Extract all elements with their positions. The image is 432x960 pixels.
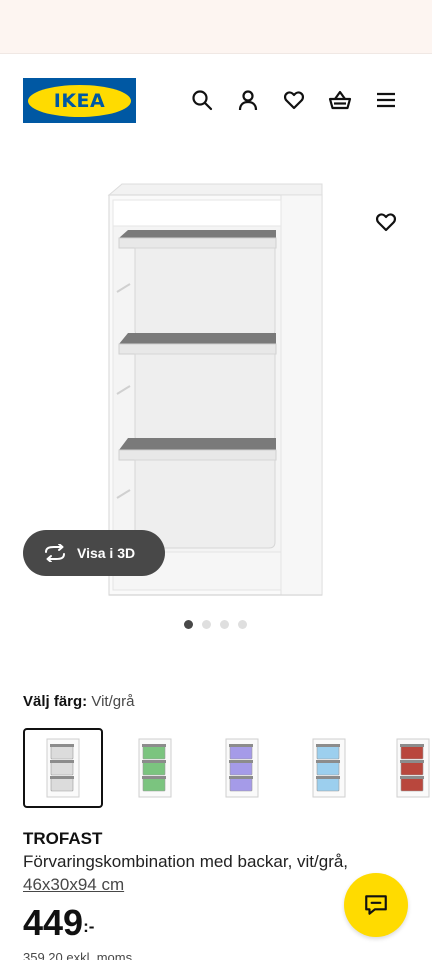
color-swatch-white-grey[interactable] xyxy=(23,728,103,808)
site-header: IKEA xyxy=(0,74,432,126)
gallery-dot[interactable] xyxy=(238,620,247,629)
thumbnail-bin-rim xyxy=(316,744,340,747)
thumbnail-bin xyxy=(229,761,253,776)
gallery-dot[interactable] xyxy=(184,620,193,629)
thumbnail-bin-rim xyxy=(50,760,74,763)
logo-oval: IKEA xyxy=(28,84,131,117)
user-icon[interactable] xyxy=(235,87,261,113)
chat-button[interactable] xyxy=(344,873,408,937)
thumbnail-bin-rim xyxy=(400,776,424,779)
product-name: TROFAST xyxy=(23,829,103,848)
thumbnail-bin xyxy=(316,777,340,792)
thumbnail-bin-rim xyxy=(142,744,166,747)
thumbnail-bin xyxy=(142,777,166,792)
thumbnail-bin xyxy=(400,745,424,760)
thumbnail-bin xyxy=(316,745,340,760)
thumbnail-bin-rim xyxy=(316,776,340,779)
thumbnail-bin-rim xyxy=(229,760,253,763)
price-excl-vat: 359,20 exkl. moms xyxy=(23,950,133,960)
product-price: 449 :- xyxy=(23,902,94,944)
status-bar xyxy=(0,0,432,54)
shelf-thumbnail xyxy=(46,738,80,798)
search-icon[interactable] xyxy=(189,87,215,113)
price-integer: 449 xyxy=(23,902,84,943)
thumbnail-bin-rim xyxy=(229,744,253,747)
price-suffix: :- xyxy=(83,917,95,936)
color-value: Vit/grå xyxy=(91,693,135,710)
thumbnail-bin xyxy=(50,777,74,792)
add-to-favourites-button[interactable] xyxy=(372,208,400,236)
thumbnail-bin-rim xyxy=(400,760,424,763)
shelf-thumbnail xyxy=(138,738,172,798)
color-label: Välj färg: xyxy=(23,693,88,710)
thumbnail-bin xyxy=(229,745,253,760)
color-swatch-light-blue[interactable] xyxy=(289,728,369,808)
product-size-link[interactable]: 46x30x94 cm xyxy=(23,875,124,895)
gallery-dot[interactable] xyxy=(220,620,229,629)
thumbnail-bin-rim xyxy=(50,776,74,779)
ikea-logo[interactable]: IKEA xyxy=(23,78,136,123)
thumbnail-bin xyxy=(142,761,166,776)
color-swatch-red[interactable] xyxy=(373,728,432,808)
thumbnail-bin xyxy=(50,745,74,760)
shelf-thumbnail xyxy=(396,738,430,798)
view-in-3d-button[interactable]: Visa i 3D xyxy=(23,530,165,576)
heart-icon xyxy=(375,213,397,232)
heart-icon[interactable] xyxy=(281,87,307,113)
thumbnail-bin-rim xyxy=(400,744,424,747)
logo-text: IKEA xyxy=(53,89,106,112)
menu-icon[interactable] xyxy=(373,87,399,113)
thumbnail-bin xyxy=(400,761,424,776)
chat-icon xyxy=(365,895,387,915)
product-description: Förvaringskombination med backar, vit/gr… xyxy=(23,852,349,871)
thumbnail-bin xyxy=(50,761,74,776)
color-selector-heading: Välj färg: Vit/grå xyxy=(23,693,134,710)
thumbnail-bin-rim xyxy=(142,760,166,763)
gallery-pagination xyxy=(184,620,247,629)
thumbnail-bin xyxy=(400,777,424,792)
color-swatch-list xyxy=(23,728,432,810)
thumbnail-bin-rim xyxy=(316,760,340,763)
rotate-3d-icon xyxy=(45,544,65,562)
thumbnail-bin-rim xyxy=(229,776,253,779)
thumbnail-bin-rim xyxy=(50,744,74,747)
thumbnail-bin xyxy=(229,777,253,792)
view-in-3d-label: Visa i 3D xyxy=(77,545,136,561)
basket-icon[interactable] xyxy=(327,87,353,113)
shelf-thumbnail xyxy=(312,738,346,798)
thumbnail-bin xyxy=(316,761,340,776)
gallery-dot[interactable] xyxy=(202,620,211,629)
thumbnail-bin-rim xyxy=(142,776,166,779)
color-swatch-lilac[interactable] xyxy=(202,728,282,808)
thumbnail-bin xyxy=(142,745,166,760)
color-swatch-green[interactable] xyxy=(115,728,195,808)
shelf-thumbnail xyxy=(225,738,259,798)
